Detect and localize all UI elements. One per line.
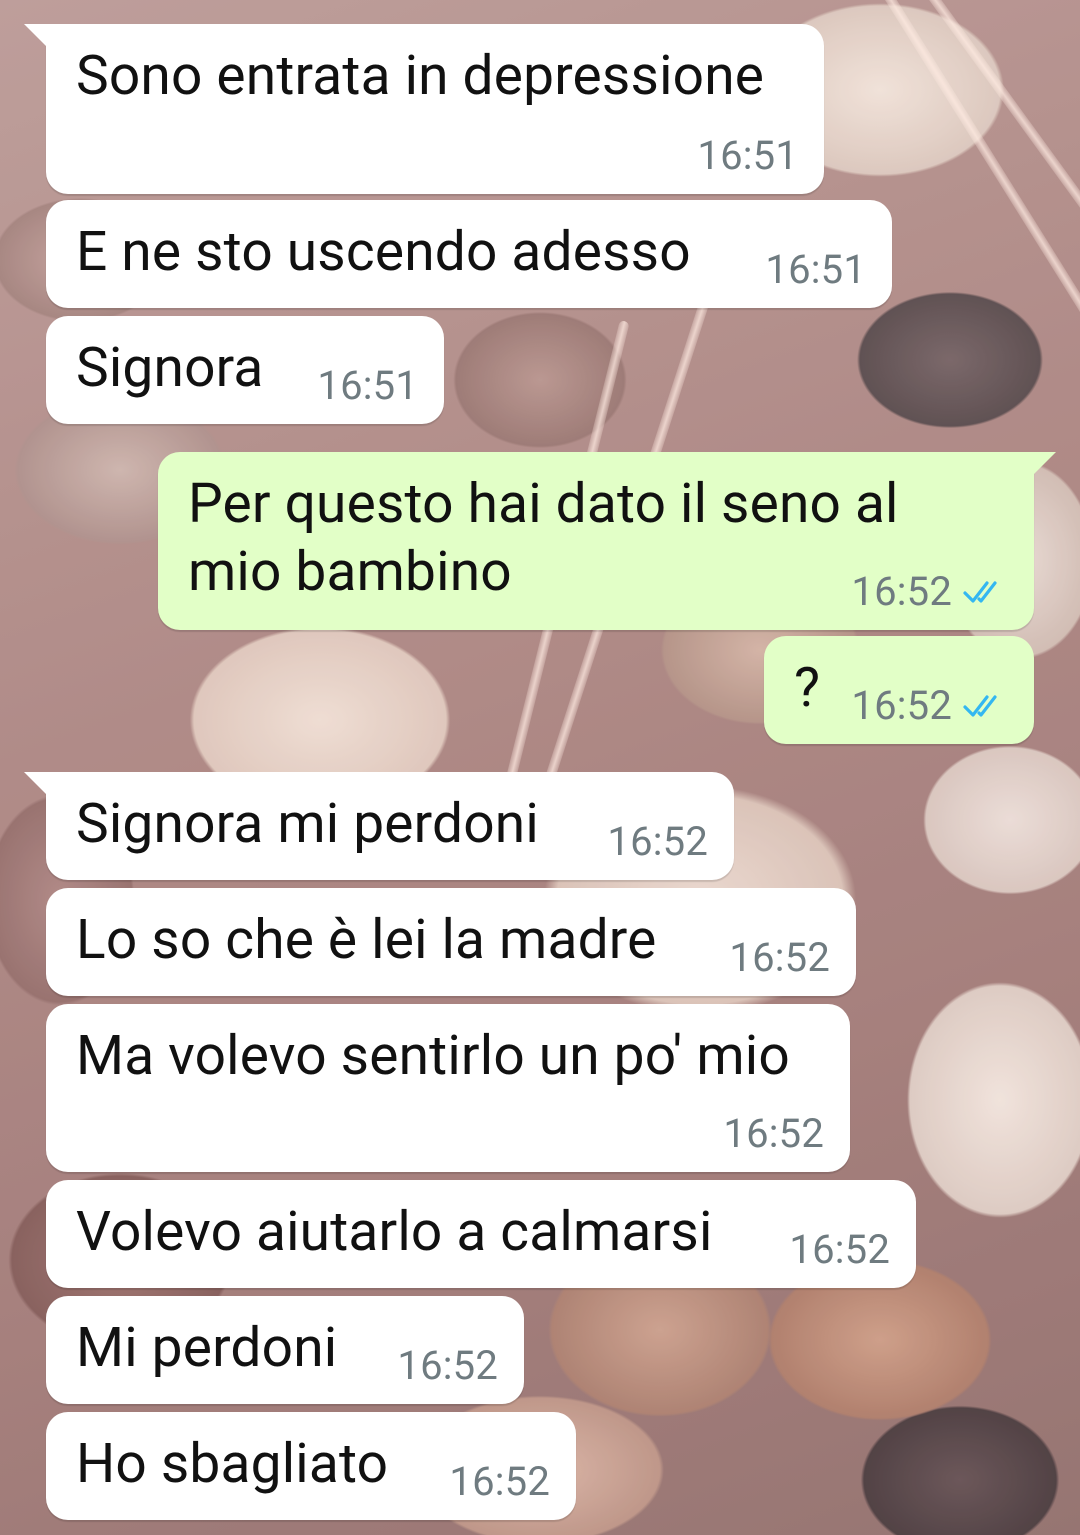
message-meta: 16:52 <box>607 820 708 864</box>
message-time: 16:51 <box>697 132 798 179</box>
message-bubble-incoming[interactable]: E ne sto uscendo adesso 16:51 <box>46 200 892 308</box>
double-check-icon <box>963 581 997 603</box>
message-list[interactable]: Sono entrata in depressione 16:51 E ne s… <box>0 0 1080 1535</box>
message-text: E ne sto uscendo adesso <box>76 220 691 284</box>
message-meta: 16:52 <box>789 1228 890 1272</box>
double-check-icon <box>963 695 997 717</box>
message-meta: 16:52 <box>723 1112 824 1156</box>
message-bubble-incoming[interactable]: Sono entrata in depressione 16:51 <box>24 24 824 194</box>
message-time: 16:52 <box>729 934 830 981</box>
message-text: ? <box>794 656 821 720</box>
message-bubble-incoming[interactable]: Ho sbagliato 16:52 <box>46 1412 576 1520</box>
message-bubble-incoming[interactable]: Signora mi perdoni 16:52 <box>24 772 734 880</box>
message-meta: 16:51 <box>697 134 798 178</box>
message-time: 16:52 <box>723 1110 824 1157</box>
message-text: Signora <box>76 336 264 400</box>
message-text: Lo so che è lei la madre <box>76 908 657 972</box>
message-text: Volevo aiutarlo a calmarsi <box>76 1200 713 1264</box>
message-time: 16:51 <box>317 362 418 409</box>
message-bubble-incoming[interactable]: Signora 16:51 <box>46 316 444 424</box>
message-meta: 16:52 <box>729 936 830 980</box>
message-time: 16:51 <box>765 246 866 293</box>
message-meta: 16:51 <box>317 364 418 408</box>
message-bubble-incoming[interactable]: Lo so che è lei la madre 16:52 <box>46 888 856 996</box>
message-bubble-incoming[interactable]: Mi perdoni 16:52 <box>46 1296 524 1404</box>
message-meta: 16:52 <box>397 1344 498 1388</box>
message-bubble-incoming[interactable]: Ma volevo sentirlo un po' mio 16:52 <box>46 1004 850 1172</box>
message-bubble-outgoing[interactable]: ? 16:52 <box>764 636 1034 744</box>
message-meta: 16:52 <box>851 684 1008 728</box>
message-text: Mi perdoni <box>76 1316 338 1380</box>
message-text: Signora mi perdoni <box>76 792 539 856</box>
message-text: Ma volevo sentirlo un po' mio <box>76 1024 790 1088</box>
message-meta: 16:52 <box>449 1460 550 1504</box>
message-meta: 16:52 <box>851 570 1008 614</box>
message-time: 16:52 <box>397 1342 498 1389</box>
message-bubble-outgoing[interactable]: Per questo hai dato il seno al mio bambi… <box>158 452 1056 630</box>
message-text: Sono entrata in depressione <box>76 44 765 108</box>
message-bubble-incoming[interactable]: Volevo aiutarlo a calmarsi 16:52 <box>46 1180 916 1288</box>
message-meta: 16:51 <box>765 248 866 292</box>
message-time: 16:52 <box>789 1226 890 1273</box>
message-time: 16:52 <box>851 568 952 615</box>
message-time: 16:52 <box>851 682 952 729</box>
message-text: Ho sbagliato <box>76 1432 389 1496</box>
message-text: Per questo hai dato il seno al mio bambi… <box>188 472 899 604</box>
message-time: 16:52 <box>607 818 708 865</box>
message-time: 16:52 <box>449 1458 550 1505</box>
